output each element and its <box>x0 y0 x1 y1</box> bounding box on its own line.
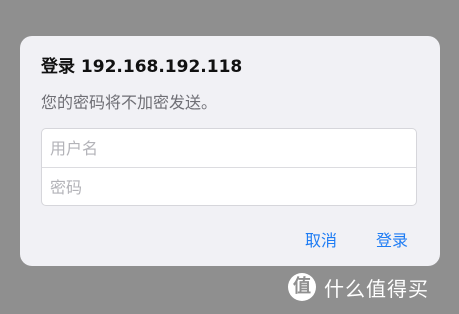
dialog-message: 您的密码将不加密发送。 <box>41 93 218 112</box>
login-dialog: 登录 192.168.192.118 您的密码将不加密发送。 取消 登录 <box>20 36 440 266</box>
watermark-badge-glyph: 值 <box>293 276 311 297</box>
watermark-logo-icon: 值 <box>288 273 316 301</box>
dialog-title: 登录 192.168.192.118 <box>41 57 243 77</box>
cancel-button[interactable]: 取消 <box>305 227 337 251</box>
credentials-group <box>41 128 417 206</box>
watermark: 值 什么值得买 <box>288 268 429 306</box>
login-button[interactable]: 登录 <box>376 227 408 251</box>
password-field[interactable] <box>42 168 416 205</box>
watermark-text: 什么值得买 <box>324 276 429 301</box>
username-field[interactable] <box>42 129 416 167</box>
